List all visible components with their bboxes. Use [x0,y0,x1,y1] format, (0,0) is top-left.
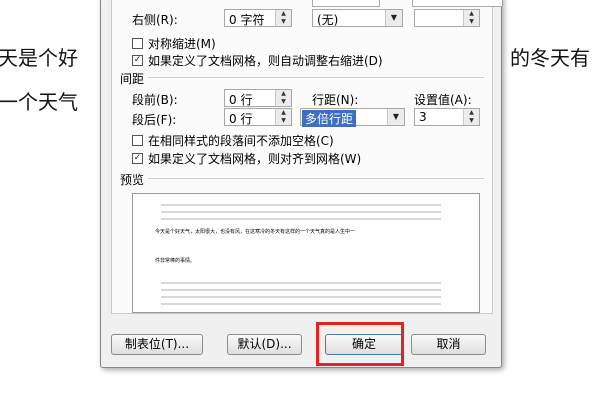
spin-up-icon[interactable]: ▲ [276,10,291,18]
document-text-line1-left: 天是个好 [0,46,78,70]
auto-adjust-checkbox[interactable]: ✓ [132,55,143,66]
chevron-down-icon[interactable]: ▼ [387,109,404,125]
indent-by-arrows[interactable]: ▲ ▼ [463,10,479,26]
spin-down-icon[interactable]: ▼ [464,117,479,125]
spin-up-icon[interactable]: ▲ [464,10,479,18]
line-spacing-value[interactable]: 多倍行距 [302,110,357,127]
right-indent-spinner[interactable]: 0 字符 ▲ ▼ [224,9,292,27]
preview-previous-paragraph-line [161,211,441,213]
mirror-indent-label[interactable]: 对称缩进(M) [148,35,216,52]
spin-down-icon[interactable]: ▼ [276,117,291,125]
tabs-button[interactable]: 制表位(T)... [111,334,203,355]
paragraph-preview: 今天是个好天气，太阳很大，也没有风，在这寒冷的冬天有这样的一个天气真的是人生中一… [132,193,480,313]
special-indent-value[interactable]: (无) [317,11,338,28]
set-value-arrows[interactable]: ▲ ▼ [463,109,479,125]
preview-previous-paragraph-line [161,204,441,206]
spin-down-icon[interactable]: ▼ [276,18,291,26]
after-arrows[interactable]: ▲ ▼ [275,109,291,125]
document-text-line1-right: 的冬天有 [510,46,590,70]
before-spinner[interactable]: 0 行 ▲ ▼ [224,89,292,107]
spin-up-icon[interactable]: ▲ [276,90,291,98]
spin-down-icon[interactable]: ▼ [276,98,291,106]
preview-following-paragraph-line [161,282,441,284]
snap-to-grid-label[interactable]: 如果定义了文档网格，则对齐到网格(W) [148,150,361,167]
right-indent-arrows[interactable]: ▲ ▼ [275,10,291,26]
no-space-same-style-checkbox[interactable] [132,135,143,146]
right-indent-value[interactable]: 0 字符 [229,11,264,28]
indent-spacing-tab-panel: 右侧(R): 0 字符 ▲ ▼ (无) ▼ ▲ ▼ 对称缩进(M) ✓ 如果定义… [111,0,503,314]
before-label: 段前(B): [132,93,178,107]
no-space-same-style-label[interactable]: 在相同样式的段落间不添加空格(C) [148,132,334,149]
before-value[interactable]: 0 行 [229,91,252,108]
right-indent-label: 右侧(R): [132,13,178,27]
mirror-indent-checkbox[interactable] [132,38,143,49]
preview-section-divider [148,178,484,179]
spacing-section-title: 间距 [120,72,145,86]
preview-sample-line2: 件非常棒的事情。 [155,258,196,264]
preview-section-title: 预览 [120,173,145,187]
after-value[interactable]: 0 行 [229,110,252,127]
spin-down-icon[interactable]: ▼ [464,18,479,26]
snap-to-grid-checkbox[interactable]: ✓ [132,153,143,164]
spacing-section-divider [148,77,484,78]
after-label: 段后(F): [132,113,177,127]
preview-following-paragraph-line [161,289,441,291]
line-spacing-label: 行距(N): [312,93,359,107]
set-value-spinner[interactable]: 3 ▲ ▼ [414,108,480,126]
set-value-label: 设置值(A): [414,93,472,107]
cancel-button[interactable]: 取消 [411,334,486,355]
chevron-down-icon[interactable]: ▼ [385,10,402,26]
document-text-line2-left: 一个天气 [0,90,78,114]
indent-by-spinner[interactable]: ▲ ▼ [414,9,480,27]
preview-sample-line1: 今天是个好天气，太阳很大，也没有风，在这寒冷的冬天有这样的一个天气真的是人生中一 [155,229,356,235]
set-value-input[interactable]: 3 [419,110,427,124]
preview-following-paragraph-line [161,303,441,305]
auto-adjust-label[interactable]: 如果定义了文档网格，则自动调整右缩进(D) [148,52,383,69]
preview-following-paragraph-line [161,296,441,298]
ok-button-highlight-annotation [316,322,404,366]
before-arrows[interactable]: ▲ ▼ [275,90,291,106]
after-spinner[interactable]: 0 行 ▲ ▼ [224,108,292,126]
paragraph-dialog: 右侧(R): 0 字符 ▲ ▼ (无) ▼ ▲ ▼ 对称缩进(M) ✓ 如果定义… [100,0,503,368]
set-default-button[interactable]: 默认(D)... [227,334,302,355]
spin-up-icon[interactable]: ▲ [276,109,291,117]
left-indent-spinner-partial[interactable] [312,0,380,7]
spin-up-icon[interactable]: ▲ [464,109,479,117]
special-indent-combo-partial[interactable] [412,0,503,7]
line-spacing-combo[interactable]: 多倍行距 ▼ [300,108,405,127]
preview-previous-paragraph-line [161,218,441,220]
special-indent-combo[interactable]: (无) ▼ [312,9,403,27]
